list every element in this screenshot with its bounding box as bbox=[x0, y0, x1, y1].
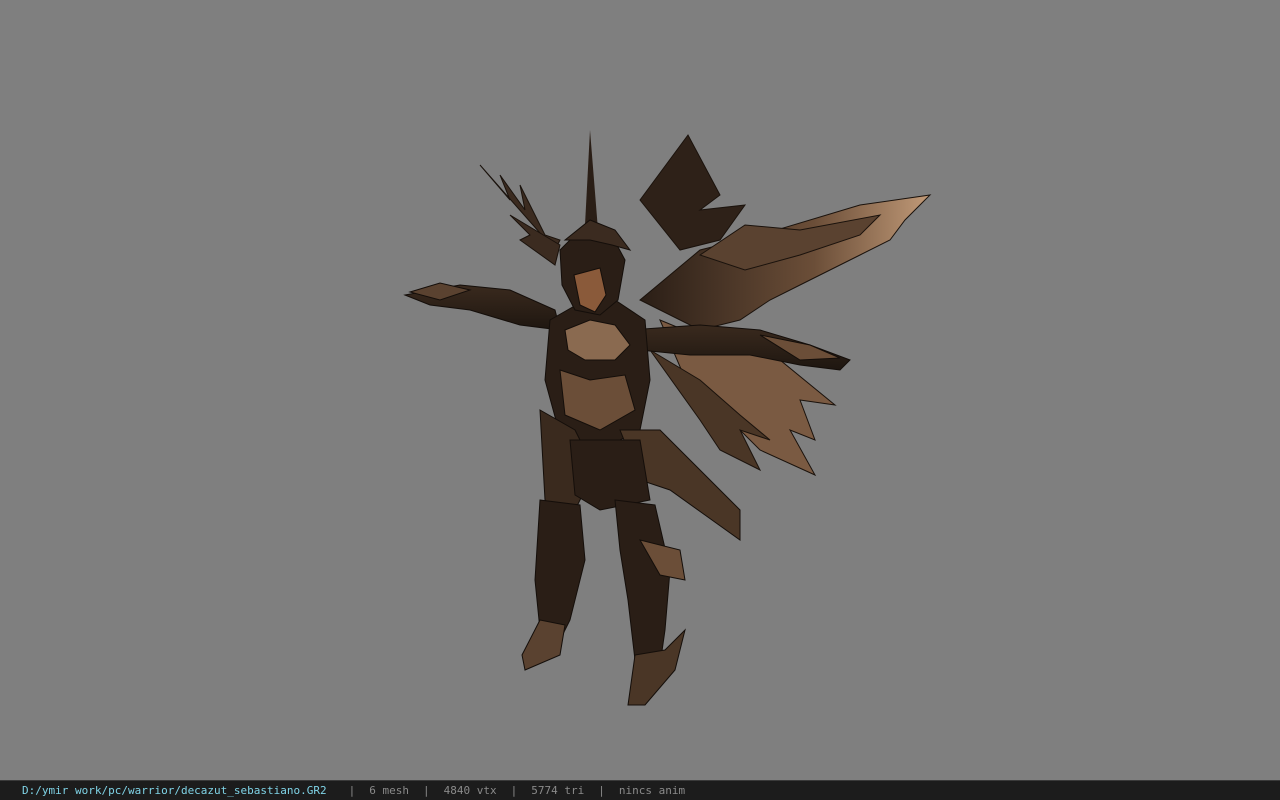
animation-status-label: nincs anim bbox=[618, 784, 686, 797]
right-wing bbox=[639, 134, 932, 477]
left-arm bbox=[403, 282, 561, 331]
back-wings-left bbox=[479, 164, 561, 266]
status-bar: D:/ymir work/pc/warrior/decazut_sebastia… bbox=[0, 780, 1280, 800]
head bbox=[559, 219, 632, 316]
3d-viewport[interactable] bbox=[0, 0, 1280, 780]
helm-spike bbox=[585, 130, 598, 230]
file-path-label: D:/ymir work/pc/warrior/decazut_sebastia… bbox=[22, 784, 327, 797]
triangle-count-label: 5774 tri bbox=[531, 784, 585, 797]
separator: | bbox=[598, 784, 605, 797]
character-model bbox=[403, 130, 932, 706]
mesh-count-label: 6 mesh bbox=[369, 784, 410, 797]
separator: | bbox=[423, 784, 430, 797]
separator: | bbox=[348, 784, 356, 797]
separator: | bbox=[510, 784, 518, 797]
legs bbox=[521, 499, 686, 706]
vertex-count-label: 4840 vtx bbox=[443, 784, 497, 797]
